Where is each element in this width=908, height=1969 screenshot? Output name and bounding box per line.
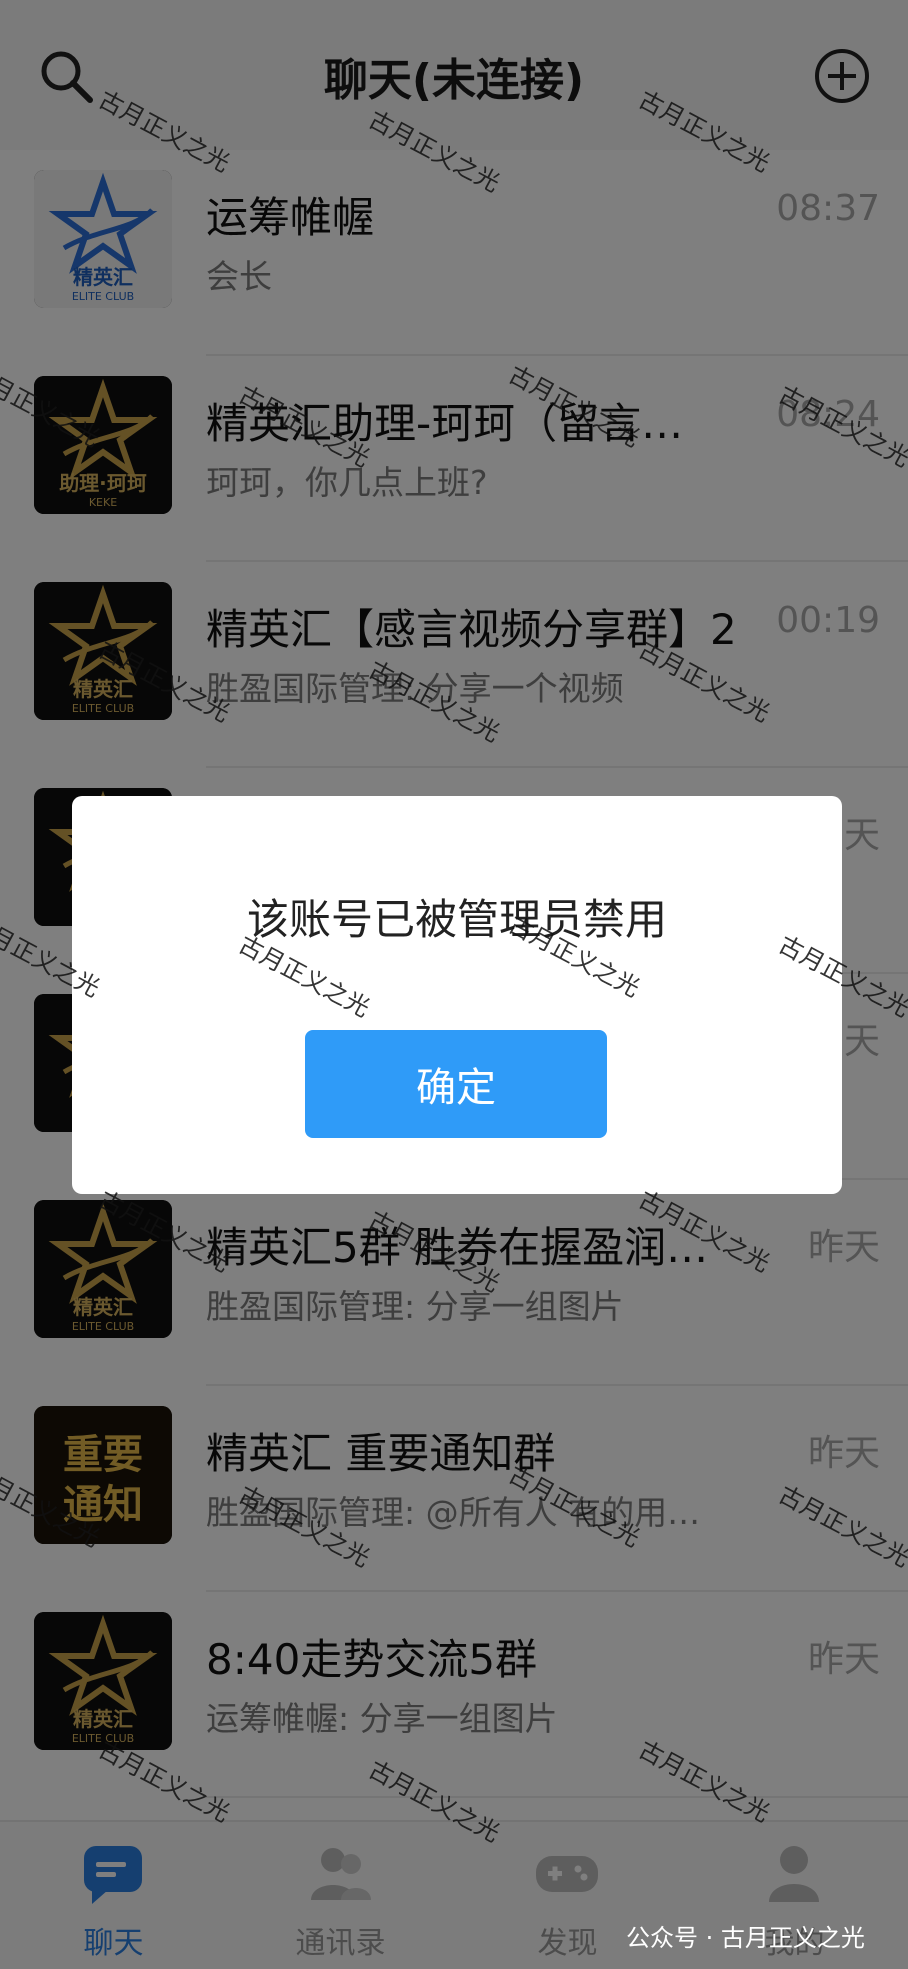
official-account-tag: 公众号 · 古月正义之光	[626, 1924, 865, 1952]
alert-dialog: 该账号已被管理员禁用 确定	[72, 796, 842, 1194]
dialog-message: 该账号已被管理员禁用	[246, 895, 667, 944]
confirm-button[interactable]: 确定	[305, 1030, 607, 1138]
